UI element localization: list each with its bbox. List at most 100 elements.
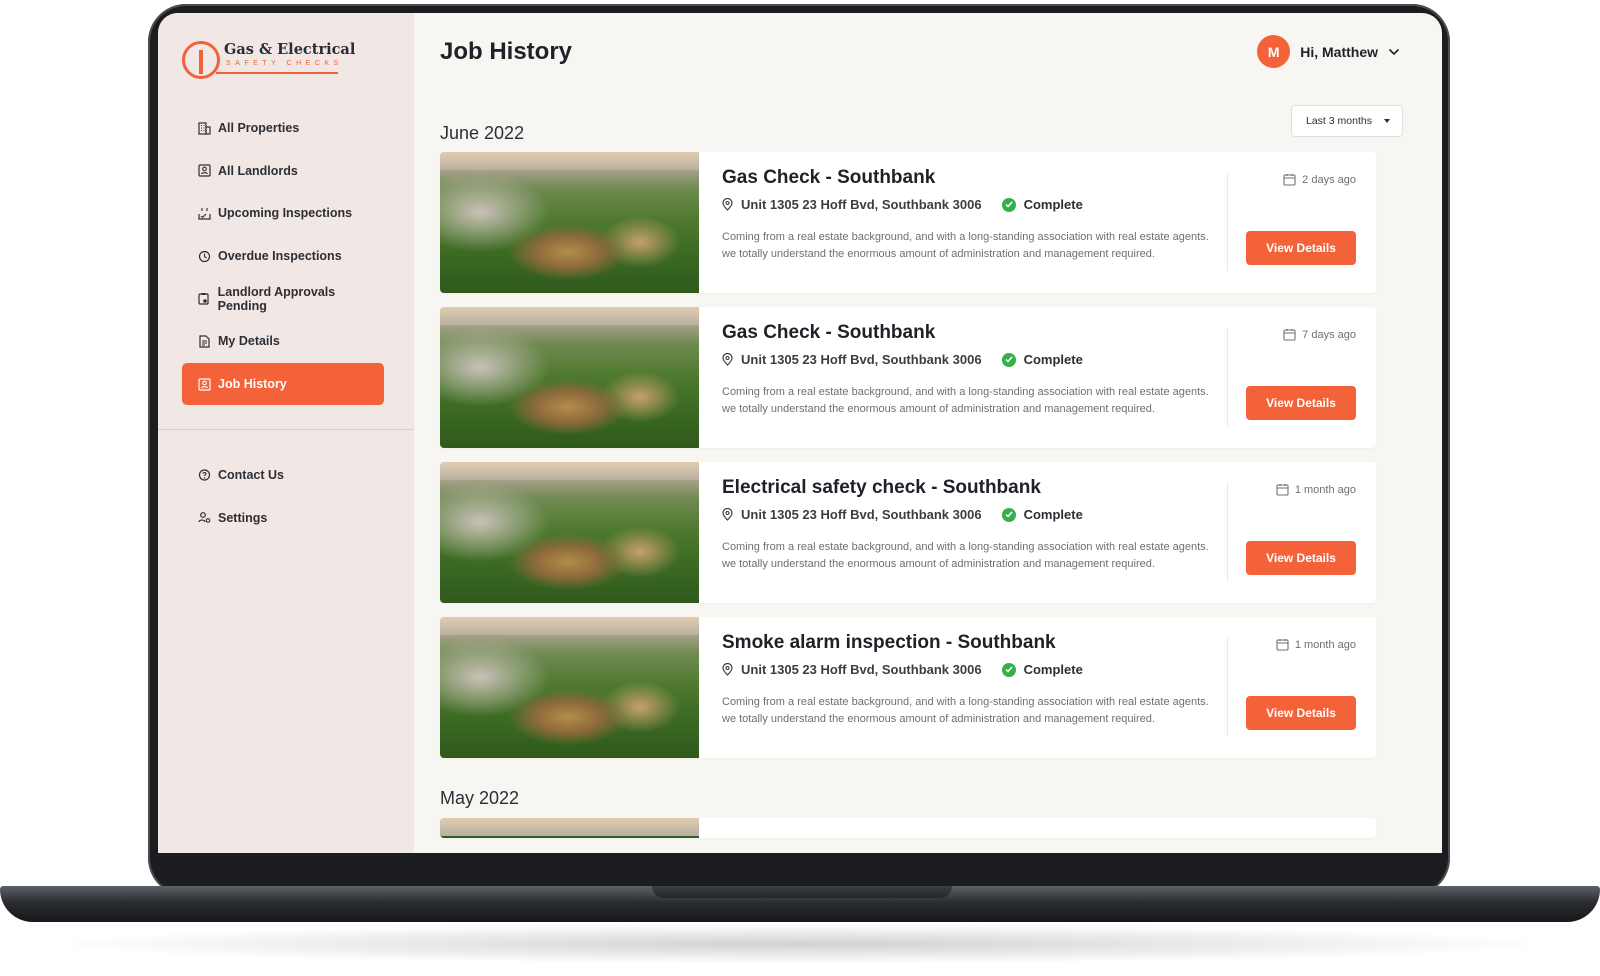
id-card-icon bbox=[196, 376, 212, 392]
check-circle-icon bbox=[1001, 352, 1016, 367]
user-settings-icon bbox=[196, 510, 212, 526]
sidebar-item-all-landlords[interactable]: All Landlords bbox=[182, 150, 384, 192]
help-icon bbox=[196, 467, 212, 483]
brand-logo[interactable]: Gas & Electrical SAFETY CHECKS bbox=[182, 39, 355, 83]
sidebar-item-label: Contact Us bbox=[218, 468, 284, 482]
location-pin-icon bbox=[722, 508, 733, 521]
job-card: Gas Check - Southbank Unit 1305 23 Hoff … bbox=[440, 307, 1376, 448]
laptop-hinge-notch bbox=[652, 886, 952, 898]
job-title: Electrical safety check - Southbank bbox=[722, 477, 1041, 498]
status-badge: Complete bbox=[1001, 197, 1083, 212]
sidebar-item-label: Upcoming Inspections bbox=[218, 206, 353, 221]
calendar-icon bbox=[1276, 483, 1289, 496]
user-greeting: Hi, Matthew bbox=[1300, 43, 1378, 60]
check-circle-icon bbox=[1001, 197, 1016, 212]
job-card: Electrical safety check - Southbank Unit… bbox=[440, 462, 1376, 603]
job-date: 1 month ago bbox=[1276, 638, 1356, 651]
check-circle-icon bbox=[1001, 662, 1016, 677]
clipboard-icon bbox=[196, 291, 212, 307]
job-address: Unit 1305 23 Hoff Bvd, Southbank 3006 bbox=[741, 197, 982, 212]
app-screen: Gas & Electrical SAFETY CHECKS All Prope… bbox=[158, 13, 1442, 853]
job-date: 1 month ago bbox=[1276, 483, 1356, 496]
location-pin-icon bbox=[722, 198, 733, 211]
laptop-frame: Gas & Electrical SAFETY CHECKS All Prope… bbox=[0, 0, 1600, 976]
sidebar-item-label: Landlord Approvals Pending bbox=[217, 284, 336, 313]
job-address-row: Unit 1305 23 Hoff Bvd, Southbank 3006 Co… bbox=[722, 662, 1083, 677]
status-text: Complete bbox=[1023, 662, 1083, 677]
sidebar-item-overdue-inspections[interactable]: Overdue Inspections bbox=[182, 235, 384, 277]
view-details-button[interactable]: View Details bbox=[1246, 696, 1356, 730]
sidebar-item-label: Overdue Inspections bbox=[218, 249, 342, 264]
page-title: Job History bbox=[440, 38, 573, 65]
sidebar-divider bbox=[158, 429, 414, 430]
check-circle-icon bbox=[1001, 507, 1016, 522]
id-card-icon bbox=[196, 163, 212, 179]
job-card bbox=[440, 818, 1376, 838]
sidebar: Gas & Electrical SAFETY CHECKS All Prope… bbox=[158, 13, 414, 853]
job-date-text: 1 month ago bbox=[1294, 483, 1356, 496]
status-text: Complete bbox=[1023, 352, 1083, 367]
calendar-icon bbox=[1276, 638, 1289, 651]
user-menu[interactable]: M Hi, Matthew bbox=[1257, 35, 1400, 68]
avatar: M bbox=[1257, 35, 1291, 68]
job-address: Unit 1305 23 Hoff Bvd, Southbank 3006 bbox=[741, 352, 982, 367]
calendar-icon bbox=[1283, 173, 1296, 186]
brand-tagline: SAFETY CHECKS bbox=[226, 60, 343, 67]
flame-logo-icon bbox=[182, 41, 220, 79]
job-address-row: Unit 1305 23 Hoff Bvd, Southbank 3006 Co… bbox=[722, 507, 1083, 522]
sidebar-item-job-history[interactable]: Job History bbox=[182, 363, 384, 406]
job-address-row: Unit 1305 23 Hoff Bvd, Southbank 3006 Co… bbox=[722, 352, 1083, 367]
sidebar-item-all-properties[interactable]: All Properties bbox=[182, 107, 384, 149]
brand-underline bbox=[216, 72, 338, 74]
card-divider bbox=[1227, 483, 1228, 581]
card-divider bbox=[1227, 638, 1228, 736]
sidebar-item-contact-us[interactable]: Contact Us bbox=[182, 454, 384, 496]
date-range-select[interactable]: Last 3 months bbox=[1291, 105, 1403, 137]
job-address-row: Unit 1305 23 Hoff Bvd, Southbank 3006 Co… bbox=[722, 197, 1083, 212]
sidebar-item-label: Settings bbox=[218, 510, 268, 525]
job-card: Gas Check - Southbank Unit 1305 23 Hoff … bbox=[440, 152, 1376, 293]
primary-nav: All Properties All Landlords Upcoming In… bbox=[182, 107, 384, 406]
sidebar-item-label: All Properties bbox=[218, 121, 300, 135]
job-date: 7 days ago bbox=[1283, 328, 1356, 341]
property-photo bbox=[440, 462, 699, 603]
job-description: Coming from a real estate background, an… bbox=[722, 541, 1209, 570]
status-badge: Complete bbox=[1001, 662, 1083, 677]
main-content: Job History M Hi, Matthew Last 3 months … bbox=[414, 13, 1442, 853]
location-pin-icon bbox=[722, 353, 733, 366]
job-title: Gas Check - Southbank bbox=[722, 322, 936, 343]
status-text: Complete bbox=[1023, 507, 1083, 522]
month-heading: June 2022 bbox=[440, 123, 525, 143]
sidebar-item-label: All Landlords bbox=[218, 163, 298, 178]
status-badge: Complete bbox=[1001, 352, 1083, 367]
job-address: Unit 1305 23 Hoff Bvd, Southbank 3006 bbox=[741, 662, 982, 677]
sidebar-item-settings[interactable]: Settings bbox=[182, 497, 384, 539]
job-title: Smoke alarm inspection - Southbank bbox=[722, 632, 1056, 653]
status-text: Complete bbox=[1023, 197, 1083, 212]
brand-name: Gas & Electrical bbox=[224, 41, 356, 58]
view-details-button[interactable]: View Details bbox=[1246, 541, 1356, 575]
sidebar-item-label: Job History bbox=[218, 377, 287, 392]
secondary-nav: Contact Us Settings bbox=[182, 454, 384, 539]
sidebar-item-landlord-approvals-pending[interactable]: Landlord Approvals Pending bbox=[182, 278, 384, 320]
sidebar-item-upcoming-inspections[interactable]: Upcoming Inspections bbox=[182, 192, 384, 234]
card-divider bbox=[1227, 328, 1228, 426]
caret-down-icon bbox=[1384, 119, 1390, 123]
job-date-text: 7 days ago bbox=[1302, 328, 1356, 341]
view-details-button[interactable]: View Details bbox=[1246, 231, 1356, 265]
history-icon bbox=[196, 248, 212, 264]
location-pin-icon bbox=[722, 663, 733, 676]
building-icon bbox=[196, 120, 212, 136]
property-photo bbox=[440, 617, 699, 758]
calendar-icon bbox=[1283, 328, 1296, 341]
month-heading: May 2022 bbox=[440, 788, 520, 808]
job-title: Gas Check - Southbank bbox=[722, 167, 936, 188]
sidebar-item-my-details[interactable]: My Details bbox=[182, 320, 384, 362]
property-photo bbox=[440, 152, 699, 293]
view-details-button[interactable]: View Details bbox=[1246, 386, 1356, 420]
job-description: Coming from a real estate background, an… bbox=[722, 696, 1209, 725]
laptop-shadow bbox=[40, 924, 1560, 964]
job-date-text: 1 month ago bbox=[1294, 638, 1356, 651]
property-photo bbox=[440, 307, 699, 448]
job-description: Coming from a real estate background, an… bbox=[722, 231, 1209, 260]
